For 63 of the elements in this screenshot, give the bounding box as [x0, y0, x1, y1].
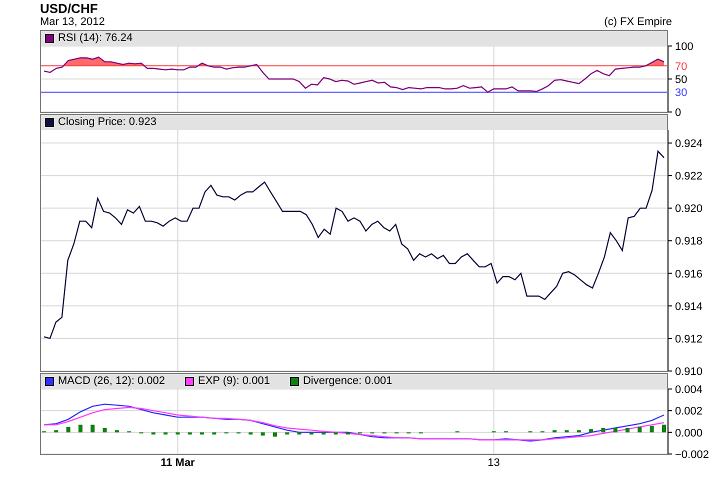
axis-label: 0.914 [675, 300, 703, 313]
axis-label: 0.918 [675, 236, 703, 248]
divergence-bar [248, 432, 253, 434]
legend-swatch [45, 118, 54, 127]
divergence-bar [90, 424, 95, 432]
divergence-bar [334, 432, 338, 434]
divergence-bar [102, 428, 107, 432]
divergence-bar [285, 432, 290, 434]
axis-label: 0.920 [675, 203, 703, 216]
legend-swatch [185, 377, 194, 386]
divergence-bar [188, 432, 192, 434]
legend-swatch [45, 34, 54, 43]
divergence-bar [272, 432, 277, 437]
divergence-bar [212, 432, 216, 434]
divergence-bar [322, 432, 326, 434]
divergence-bar [552, 430, 557, 432]
divergence-bar [346, 432, 350, 434]
divergence-bar [114, 430, 119, 432]
legend-label: EXP (9): 0.001 [198, 376, 270, 387]
divergence-bar [626, 428, 630, 432]
divergence-bar [309, 432, 314, 434]
axis-label: 100 [675, 41, 694, 53]
axis-label: 70 [675, 60, 688, 73]
chart-date: Mar 13, 2012 [40, 16, 105, 29]
divergence-bar [564, 430, 569, 432]
legend-label: RSI (14): 76.24 [58, 33, 133, 44]
divergence-bar [66, 426, 70, 432]
divergence-bar [601, 428, 606, 432]
axis-label: 0.922 [675, 170, 703, 183]
axis-label: 13 [488, 458, 500, 469]
divergence-bar [151, 432, 156, 434]
divergence-bar [589, 429, 594, 432]
legend-label: Closing Price: 0.923 [58, 117, 156, 128]
legend-swatch [290, 377, 299, 386]
divergence-bar [662, 424, 666, 432]
axis-label: 11 Mar [160, 458, 195, 469]
axis-label: 0.002 [675, 406, 703, 418]
axis-label: 0.924 [675, 138, 703, 150]
divergence-bar [78, 424, 82, 432]
chart-title: USD/CHF [40, 1, 99, 16]
axis-label: 0 [675, 107, 682, 119]
axis-label: 30 [675, 87, 688, 100]
axis-label: 0.000 [675, 427, 703, 440]
divergence-bar [650, 426, 654, 432]
axis-label: 0.910 [675, 366, 703, 378]
divergence-bar [576, 430, 581, 432]
copyright-label: (c) FX Empire [604, 16, 672, 29]
divergence-bar [260, 432, 265, 436]
legend-swatch [45, 377, 54, 386]
axis-label: 0.916 [675, 268, 703, 280]
axis-label: −0.002 [675, 449, 709, 461]
divergence-bar [638, 426, 642, 432]
divergence-bar [200, 432, 204, 434]
divergence-bar [613, 428, 618, 432]
axis-label: 0.912 [675, 333, 703, 346]
axis-label: 0.004 [675, 384, 703, 396]
legend-label: MACD (26, 12): 0.002 [58, 376, 165, 387]
divergence-bar [297, 432, 302, 434]
legend-label: Divergence: 0.001 [302, 376, 392, 387]
divergence-bar [176, 432, 180, 434]
axis-label: 50 [675, 74, 688, 86]
divergence-bar [164, 432, 168, 434]
divergence-bar [54, 430, 58, 432]
